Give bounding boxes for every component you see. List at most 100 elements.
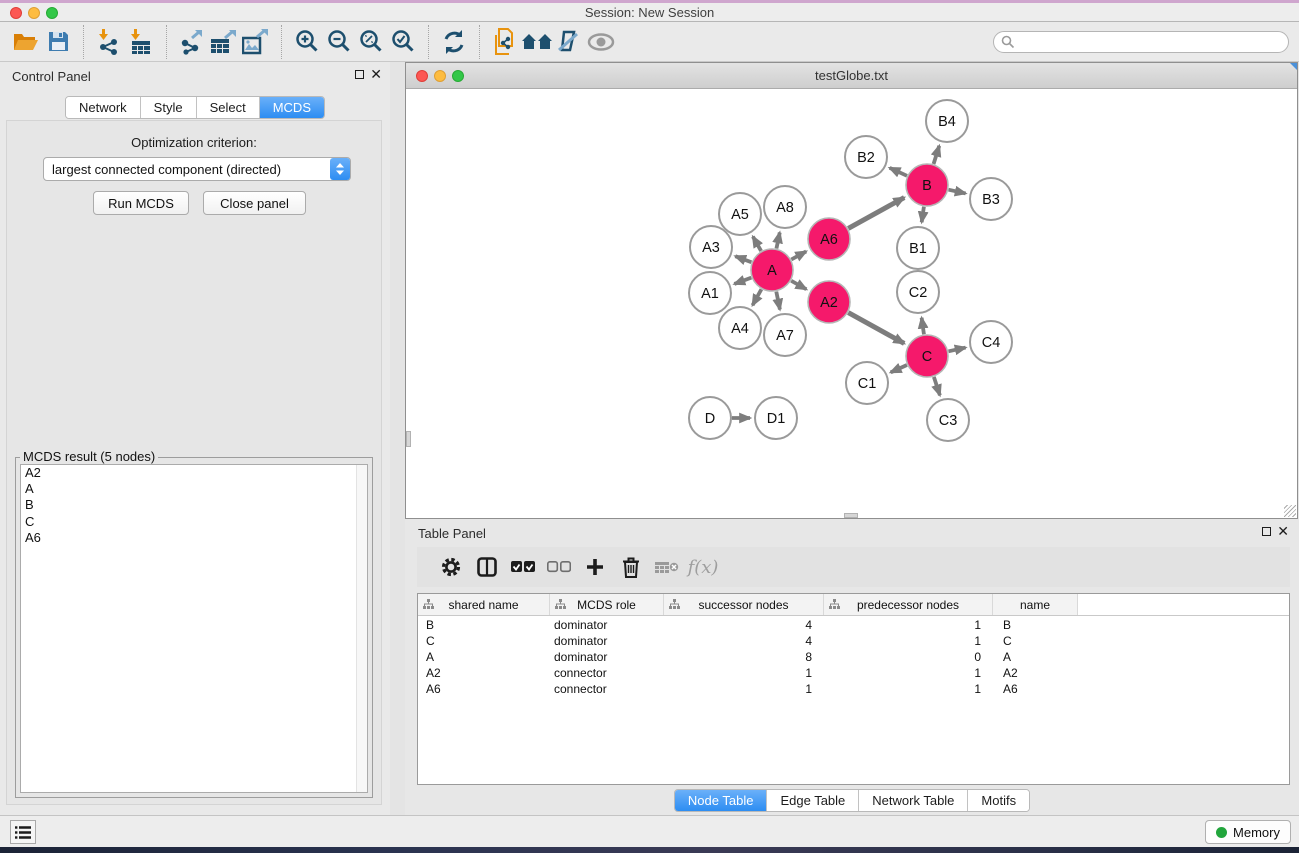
edge-C-C2[interactable]	[922, 318, 924, 334]
canvas-bottom-handle[interactable]	[844, 513, 858, 518]
float-table-panel-icon[interactable]	[1262, 527, 1271, 536]
zoom-fit-icon[interactable]	[355, 25, 387, 59]
mcds-result-item[interactable]: A	[21, 481, 367, 497]
import-network-icon[interactable]	[93, 25, 125, 59]
settings-gear-icon[interactable]	[433, 550, 469, 584]
deselect-all-icon[interactable]	[541, 550, 577, 584]
edge-C-C4[interactable]	[948, 348, 965, 352]
network-canvas[interactable]: AA1A2A3A4A5A6A7A8BB1B2B3B4CC1C2C3C4DD1	[406, 89, 1297, 518]
duplicate-network-icon[interactable]	[489, 25, 521, 59]
column-header-name[interactable]: name	[993, 594, 1078, 615]
edge-B-B1[interactable]	[922, 207, 924, 222]
export-network-icon[interactable]	[176, 25, 208, 59]
search-field[interactable]	[993, 31, 1289, 53]
select-all-icon[interactable]	[505, 550, 541, 584]
close-panel-icon[interactable]: ✕	[370, 66, 382, 82]
edge-B-B4[interactable]	[934, 146, 940, 164]
memory-button[interactable]: Memory	[1205, 820, 1291, 844]
graph-node-C4[interactable]: C4	[970, 321, 1012, 363]
mcds-result-item[interactable]: B	[21, 497, 367, 513]
tab-select[interactable]: Select	[197, 97, 260, 118]
apply-layout-icon[interactable]	[438, 25, 470, 59]
edge-A-A3[interactable]	[735, 256, 751, 262]
tab-network[interactable]: Network	[66, 97, 141, 118]
delete-row-trash-icon[interactable]	[613, 550, 649, 584]
tab-style[interactable]: Style	[141, 97, 197, 118]
column-selector-icon[interactable]	[469, 550, 505, 584]
mcds-result-item[interactable]: A6	[21, 530, 367, 546]
graph-node-A5[interactable]: A5	[719, 193, 761, 235]
edge-A-A1[interactable]	[734, 278, 751, 284]
node-table[interactable]: shared nameMCDS rolesuccessor nodesprede…	[417, 593, 1290, 785]
graph-node-C2[interactable]: C2	[897, 271, 939, 313]
graph-node-D1[interactable]: D1	[755, 397, 797, 439]
mcds-list-scrollbar[interactable]	[356, 465, 367, 792]
export-image-icon[interactable]	[240, 25, 272, 59]
canvas-left-handle[interactable]	[406, 431, 411, 447]
edge-A-A4[interactable]	[753, 289, 762, 305]
graph-node-B1[interactable]: B1	[897, 227, 939, 269]
function-builder-icon[interactable]: f(x)	[685, 550, 721, 584]
toggle-graphics-details-icon[interactable]	[553, 25, 585, 59]
edge-C-C1[interactable]	[891, 365, 907, 372]
mcds-result-item[interactable]: A2	[21, 465, 367, 481]
edge-A-A6[interactable]	[791, 251, 806, 259]
edge-C-C3[interactable]	[934, 377, 940, 395]
table-row[interactable]: Cdominator41C	[418, 633, 1289, 649]
delete-table-icon[interactable]	[649, 550, 685, 584]
task-history-button[interactable]	[10, 820, 36, 844]
network-window-titlebar[interactable]: testGlobe.txt	[406, 63, 1297, 89]
column-header-shared-name[interactable]: shared name	[418, 594, 550, 615]
save-session-icon[interactable]	[42, 25, 74, 59]
column-header-MCDS-role[interactable]: MCDS role	[550, 594, 664, 615]
table-row[interactable]: A2connector11A2	[418, 665, 1289, 681]
edge-A6-B[interactable]	[848, 198, 904, 229]
column-header-predecessor-nodes[interactable]: predecessor nodes	[824, 594, 993, 615]
edge-B-B2[interactable]	[890, 168, 907, 176]
graph-node-B4[interactable]: B4	[926, 100, 968, 142]
add-row-icon[interactable]	[577, 550, 613, 584]
graph-node-A8[interactable]: A8	[764, 186, 806, 228]
run-mcds-button[interactable]: Run MCDS	[93, 191, 189, 215]
graph-node-A6[interactable]: A6	[808, 218, 850, 260]
table-tab-motifs[interactable]: Motifs	[968, 790, 1029, 811]
graph-node-C3[interactable]: C3	[927, 399, 969, 441]
edge-A-A8[interactable]	[776, 232, 779, 248]
cybrowser-home-icon[interactable]	[521, 25, 553, 59]
column-header-successor-nodes[interactable]: successor nodes	[664, 594, 824, 615]
edge-A-A2[interactable]	[791, 281, 806, 290]
graph-node-A4[interactable]: A4	[719, 307, 761, 349]
table-row[interactable]: Bdominator41B	[418, 617, 1289, 633]
zoom-out-icon[interactable]	[323, 25, 355, 59]
open-file-icon[interactable]	[10, 25, 42, 59]
criterion-dropdown[interactable]: largest connected component (directed)	[43, 157, 351, 181]
export-table-icon[interactable]	[208, 25, 240, 59]
mcds-result-item[interactable]: C	[21, 514, 367, 530]
table-row[interactable]: A6connector11A6	[418, 681, 1289, 697]
table-tab-network-table[interactable]: Network Table	[859, 790, 968, 811]
graph-node-A[interactable]: A	[751, 249, 793, 291]
graph-node-A2[interactable]: A2	[808, 281, 850, 323]
table-row[interactable]: Adominator80A	[418, 649, 1289, 665]
mcds-result-list[interactable]: A2ABCA6	[20, 464, 368, 793]
search-input[interactable]	[1015, 33, 1288, 51]
edge-B-B3[interactable]	[948, 190, 965, 194]
close-table-panel-icon[interactable]: ✕	[1277, 523, 1289, 539]
window-resize-grip[interactable]	[1284, 505, 1296, 517]
edge-A-A7[interactable]	[776, 292, 780, 310]
network-graph[interactable]: AA1A2A3A4A5A6A7A8BB1B2B3B4CC1C2C3C4DD1	[406, 89, 1297, 518]
graph-node-B3[interactable]: B3	[970, 178, 1012, 220]
graph-node-A1[interactable]: A1	[689, 272, 731, 314]
float-panel-icon[interactable]	[355, 70, 364, 79]
zoom-selected-icon[interactable]	[387, 25, 419, 59]
graph-node-C1[interactable]: C1	[846, 362, 888, 404]
edge-A2-C[interactable]	[848, 313, 904, 344]
close-panel-button[interactable]: Close panel	[203, 191, 306, 215]
graph-node-A3[interactable]: A3	[690, 226, 732, 268]
show-hide-eye-icon[interactable]	[585, 25, 617, 59]
graph-node-A7[interactable]: A7	[764, 314, 806, 356]
zoom-in-icon[interactable]	[291, 25, 323, 59]
table-tab-edge-table[interactable]: Edge Table	[767, 790, 859, 811]
graph-node-B[interactable]: B	[906, 164, 948, 206]
edge-A-A5[interactable]	[753, 237, 761, 251]
